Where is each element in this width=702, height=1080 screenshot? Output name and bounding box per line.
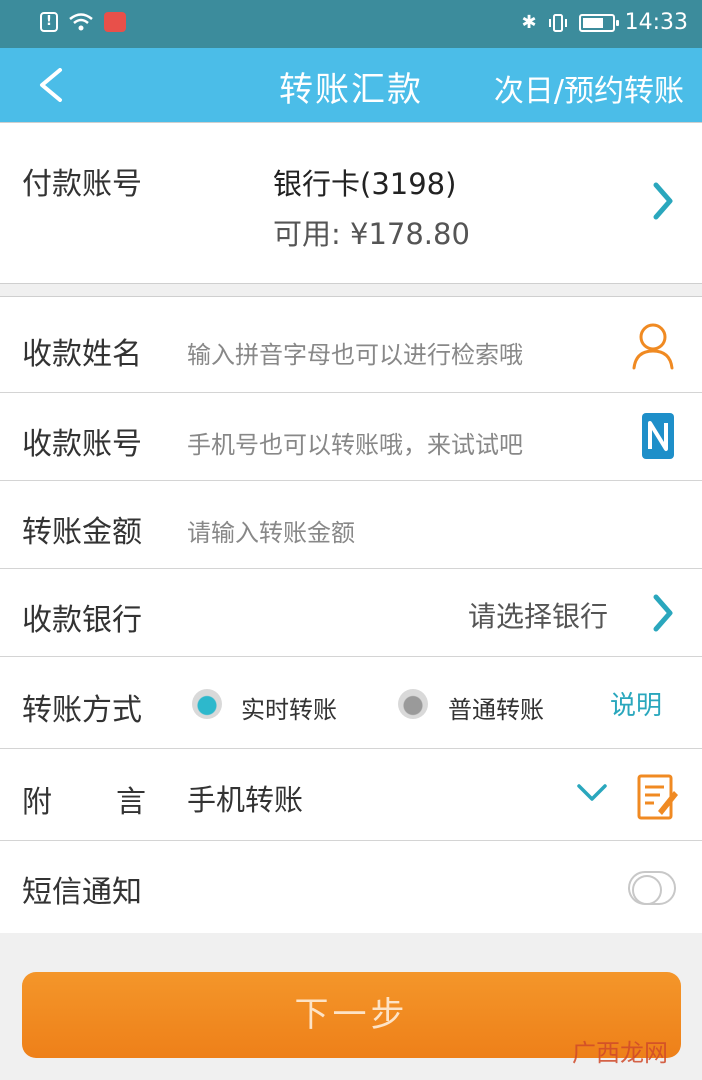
payee-name-row: 收款姓名 输入拼音字母也可以进行检索哦 bbox=[0, 297, 702, 393]
payer-available-balance: 可用: ¥178.80 bbox=[273, 217, 470, 251]
remark-label-char-1: 附 bbox=[22, 785, 52, 820]
amount-input[interactable]: 请输入转账金额 bbox=[187, 513, 355, 548]
nfc-icon[interactable] bbox=[640, 411, 676, 461]
remark-label-char-2: 言 bbox=[116, 785, 146, 820]
normal-option-label[interactable]: 普通转账 bbox=[448, 690, 544, 725]
bluetooth-icon: ✱ bbox=[521, 12, 537, 33]
sms-row: 短信通知 bbox=[0, 841, 702, 933]
bank-row[interactable]: 收款银行 请选择银行 bbox=[0, 569, 702, 657]
watermark: 广西龙网 bbox=[572, 1039, 668, 1067]
contact-person-icon[interactable] bbox=[630, 321, 676, 371]
sms-label: 短信通知 bbox=[22, 875, 142, 910]
chevron-right-icon[interactable] bbox=[652, 181, 674, 221]
bank-label: 收款银行 bbox=[22, 603, 142, 638]
payer-account-card[interactable]: 付款账号 银行卡(3198) 可用: ¥178.80 bbox=[0, 122, 702, 284]
realtime-option-label[interactable]: 实时转账 bbox=[241, 690, 337, 725]
payee-account-label: 收款账号 bbox=[22, 427, 142, 462]
edit-note-icon[interactable] bbox=[636, 773, 680, 821]
bank-select[interactable]: 请选择银行 bbox=[468, 595, 608, 635]
amount-label: 转账金额 bbox=[22, 515, 142, 550]
scheduled-transfer-link[interactable]: 次日/预约转账 bbox=[494, 66, 684, 110]
transfer-method-label: 转账方式 bbox=[22, 693, 142, 728]
payee-account-row: 收款账号 手机号也可以转账哦，来试试吧 bbox=[0, 393, 702, 481]
payee-name-label: 收款姓名 bbox=[22, 337, 142, 372]
remark-row: 附 言 手机转账 bbox=[0, 749, 702, 841]
status-bar: ! ✱ 14:33 bbox=[0, 0, 702, 48]
vibrate-icon bbox=[548, 13, 567, 32]
transfer-form: 收款姓名 输入拼音字母也可以进行检索哦 收款账号 手机号也可以转账哦，来试试吧 … bbox=[0, 296, 702, 933]
realtime-radio[interactable] bbox=[192, 689, 222, 719]
amount-row: 转账金额 请输入转账金额 bbox=[0, 481, 702, 569]
remark-input[interactable]: 手机转账 bbox=[187, 777, 303, 819]
normal-radio[interactable] bbox=[398, 689, 428, 719]
method-help-link[interactable]: 说明 bbox=[610, 685, 662, 722]
payer-account: 银行卡(3198) bbox=[273, 167, 457, 201]
shop-app-icon bbox=[104, 12, 126, 32]
sms-toggle[interactable] bbox=[628, 871, 676, 905]
payee-account-input[interactable]: 手机号也可以转账哦，来试试吧 bbox=[187, 425, 523, 460]
battery-icon bbox=[578, 13, 619, 32]
wifi-icon bbox=[69, 13, 93, 31]
status-time: 14:33 bbox=[624, 10, 688, 35]
transfer-method-row: 转账方式 实时转账 普通转账 说明 bbox=[0, 657, 702, 749]
payer-label: 付款账号 bbox=[22, 167, 142, 202]
chevron-down-icon[interactable] bbox=[576, 783, 608, 803]
title-bar: 转账汇款 次日/预约转账 bbox=[0, 48, 702, 122]
payee-name-input[interactable]: 输入拼音字母也可以进行检索哦 bbox=[187, 335, 523, 370]
chevron-right-icon[interactable] bbox=[652, 593, 674, 633]
alert-icon: ! bbox=[40, 12, 58, 32]
